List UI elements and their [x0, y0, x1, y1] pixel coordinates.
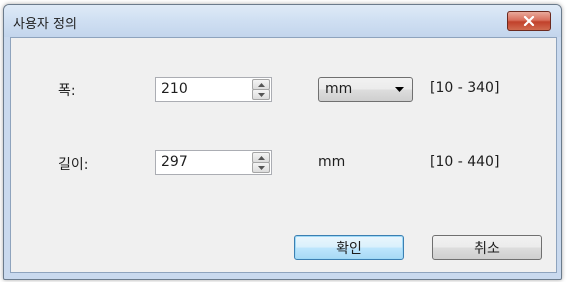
- triangle-up-icon: [257, 82, 265, 87]
- length-label: 길이:: [58, 157, 89, 173]
- title-bar[interactable]: 사용자 정의: [4, 5, 561, 37]
- width-label: 폭:: [58, 83, 76, 99]
- width-stepper: [155, 77, 272, 102]
- length-spin-down-button[interactable]: [252, 162, 270, 173]
- width-spin-down-button[interactable]: [252, 89, 270, 100]
- length-spin-buttons: [252, 152, 270, 173]
- width-spin-buttons: [252, 79, 270, 100]
- length-input[interactable]: [156, 151, 249, 172]
- close-button[interactable]: [507, 11, 551, 31]
- length-range: [10 - 440]: [430, 154, 500, 170]
- unit-select[interactable]: mm: [318, 77, 413, 102]
- ok-button[interactable]: 확인: [294, 235, 404, 260]
- triangle-down-icon: [257, 165, 265, 170]
- unit-select-value: mm: [325, 81, 353, 97]
- chevron-down-icon: [395, 87, 404, 92]
- dialog-title: 사용자 정의: [13, 17, 77, 32]
- close-x-icon: [523, 16, 535, 26]
- dialog-body: 폭: mm [10 - 340] 길이:: [10, 37, 557, 273]
- length-stepper: [155, 150, 272, 175]
- width-input[interactable]: [156, 78, 249, 99]
- triangle-up-icon: [257, 155, 265, 160]
- width-range: [10 - 340]: [430, 80, 500, 96]
- triangle-down-icon: [257, 92, 265, 97]
- cancel-button[interactable]: 취소: [432, 235, 542, 260]
- length-unit: mm: [318, 154, 346, 170]
- custom-size-dialog: 사용자 정의 폭: mm [10 - 340] 길: [3, 4, 562, 280]
